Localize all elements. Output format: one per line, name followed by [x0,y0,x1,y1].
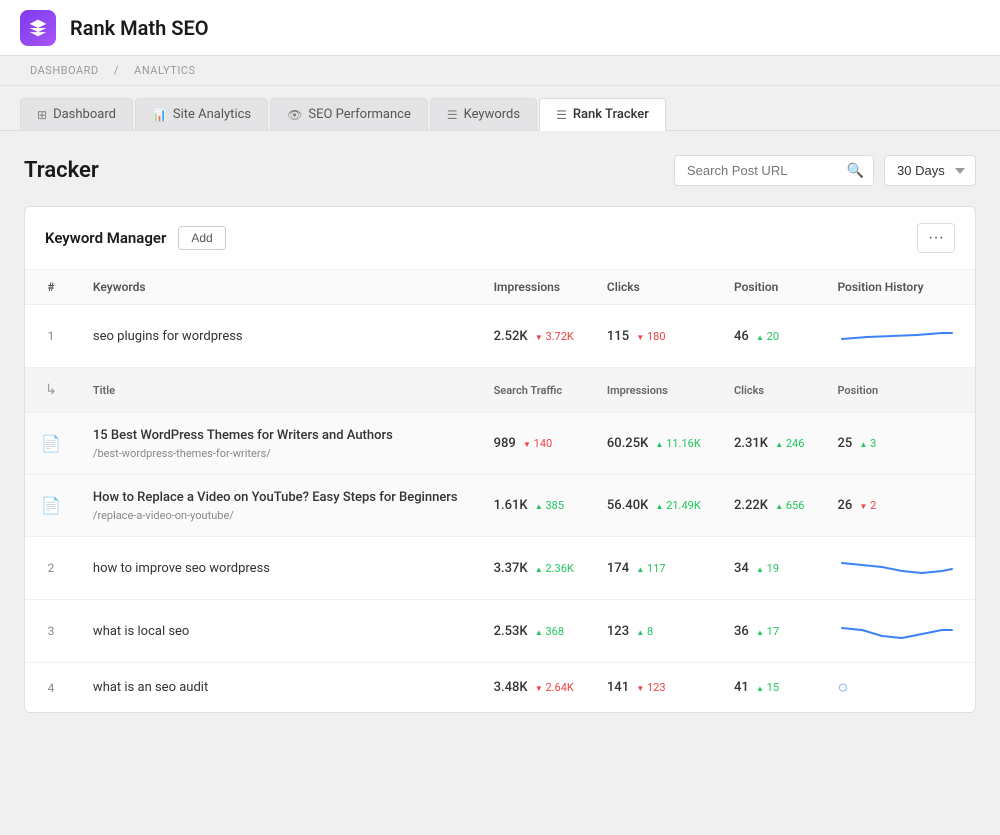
search-post-wrapper: 🔍 [674,155,874,186]
row-impressions: 2.53K ▲ 368 [478,600,591,663]
article-position: 25 ▲ 3 [821,413,975,475]
dashboard-icon: ⊞ [37,108,47,122]
app-header: Rank Math SEO [0,0,1000,56]
more-options-button[interactable]: ··· [917,223,955,253]
sub-col-title: Title [77,368,478,413]
col-position: Position [718,270,821,305]
row-rank: 1 [25,305,77,368]
row-position: 46 ▲ 20 [718,305,821,368]
article-title-cell: How to Replace a Video on YouTube? Easy … [77,475,478,537]
row-keyword: what is an seo audit [77,663,478,713]
breadcrumb: DASHBOARD / ANALYTICS [0,56,1000,86]
article-clicks: 2.31K ▲ 246 [718,413,821,475]
search-icon: 🔍 [847,163,864,179]
sub-header-row: ↳ Title Search Traffic Impressions Click… [25,368,975,413]
col-position-history: Position History [821,270,975,305]
sub-col-search-traffic: Search Traffic [478,368,591,413]
row-position: 36 ▲ 17 [718,600,821,663]
keyword-manager-card: Keyword Manager Add ··· # Keywords Impre… [24,206,976,713]
page-icon: 📄 [41,496,61,515]
add-keyword-button[interactable]: Add [178,226,225,250]
sub-return-icon: ↳ [25,368,77,413]
app-title: Rank Math SEO [70,16,209,40]
tab-rank-tracker[interactable]: ☰ Rank Tracker [539,98,666,131]
col-impressions: Impressions [478,270,591,305]
row-sparkline: ○ [821,663,975,713]
row-sparkline [821,537,975,600]
article-traffic: 1.61K ▲ 385 [478,475,591,537]
main-content: Tracker 🔍 30 Days 7 Days 90 Days Keyword… [0,131,1000,822]
keywords-table: # Keywords Impressions Clicks Position P… [25,270,975,712]
table-row: 3 what is local seo 2.53K ▲ 368 123 ▲ 8 … [25,600,975,663]
sub-col-position: Position [821,368,975,413]
row-clicks: 141 ▼ 123 [591,663,718,713]
tab-seo-performance[interactable]: 👁 SEO Performance [270,98,428,130]
keywords-icon: ☰ [447,108,458,122]
logo-icon [28,18,48,38]
row-impressions: 2.52K ▼ 3.72K [478,305,591,368]
row-clicks: 115 ▼ 180 [591,305,718,368]
rank-tracker-icon: ☰ [556,108,567,122]
table-row: 1 seo plugins for wordpress 2.52K ▼ 3.72… [25,305,975,368]
card-header: Keyword Manager Add ··· [25,207,975,270]
card-title: Keyword Manager [45,229,166,247]
row-impressions: 3.48K ▼ 2.64K [478,663,591,713]
breadcrumb-analytics[interactable]: ANALYTICS [134,64,195,77]
seo-performance-icon: 👁 [287,108,302,122]
sub-col-clicks: Clicks [718,368,821,413]
row-keyword: what is local seo [77,600,478,663]
row-clicks: 123 ▲ 8 [591,600,718,663]
tracker-controls: 🔍 30 Days 7 Days 90 Days [674,155,976,186]
row-impressions: 3.37K ▲ 2.36K [478,537,591,600]
row-position: 41 ▲ 15 [718,663,821,713]
page-icon: 📄 [41,434,61,453]
breadcrumb-dashboard[interactable]: DASHBOARD [30,64,99,77]
col-hash: # [25,270,77,305]
col-keywords: Keywords [77,270,478,305]
tab-keywords[interactable]: ☰ Keywords [430,98,537,130]
row-rank: 3 [25,600,77,663]
table-header-row: # Keywords Impressions Clicks Position P… [25,270,975,305]
row-clicks: 174 ▲ 117 [591,537,718,600]
row-sparkline [821,305,975,368]
article-icon-cell: 📄 [25,475,77,537]
article-icon-cell: 📄 [25,413,77,475]
article-clicks: 2.22K ▲ 656 [718,475,821,537]
table-row: 4 what is an seo audit 3.48K ▼ 2.64K 141… [25,663,975,713]
dot-icon: ○ [837,677,848,698]
row-sparkline [821,600,975,663]
table-row: 2 how to improve seo wordpress 3.37K ▲ 2… [25,537,975,600]
article-impressions: 56.40K ▲ 21.49K [591,475,718,537]
sub-article-row: 📄 15 Best WordPress Themes for Writers a… [25,413,975,475]
row-rank: 4 [25,663,77,713]
col-clicks: Clicks [591,270,718,305]
site-analytics-icon: 📊 [152,108,167,122]
article-traffic: 989 ▼ 140 [478,413,591,475]
sub-article-row: 📄 How to Replace a Video on YouTube? Eas… [25,475,975,537]
row-keyword: seo plugins for wordpress [77,305,478,368]
tab-dashboard[interactable]: ⊞ Dashboard [20,98,133,130]
article-position: 26 ▼ 2 [821,475,975,537]
row-rank: 2 [25,537,77,600]
card-title-wrap: Keyword Manager Add [45,226,226,250]
sub-col-impressions: Impressions [591,368,718,413]
days-select[interactable]: 30 Days 7 Days 90 Days [884,155,976,186]
app-logo [20,10,56,46]
search-post-input[interactable] [674,155,874,186]
article-impressions: 60.25K ▲ 11.16K [591,413,718,475]
row-keyword: how to improve seo wordpress [77,537,478,600]
breadcrumb-separator: / [114,64,122,77]
article-title-cell: 15 Best WordPress Themes for Writers and… [77,413,478,475]
tracker-title: Tracker [24,158,99,183]
tabs-bar: ⊞ Dashboard 📊 Site Analytics 👁 SEO Perfo… [0,86,1000,131]
tab-site-analytics[interactable]: 📊 Site Analytics [135,98,268,130]
row-position: 34 ▲ 19 [718,537,821,600]
tracker-header: Tracker 🔍 30 Days 7 Days 90 Days [24,155,976,186]
